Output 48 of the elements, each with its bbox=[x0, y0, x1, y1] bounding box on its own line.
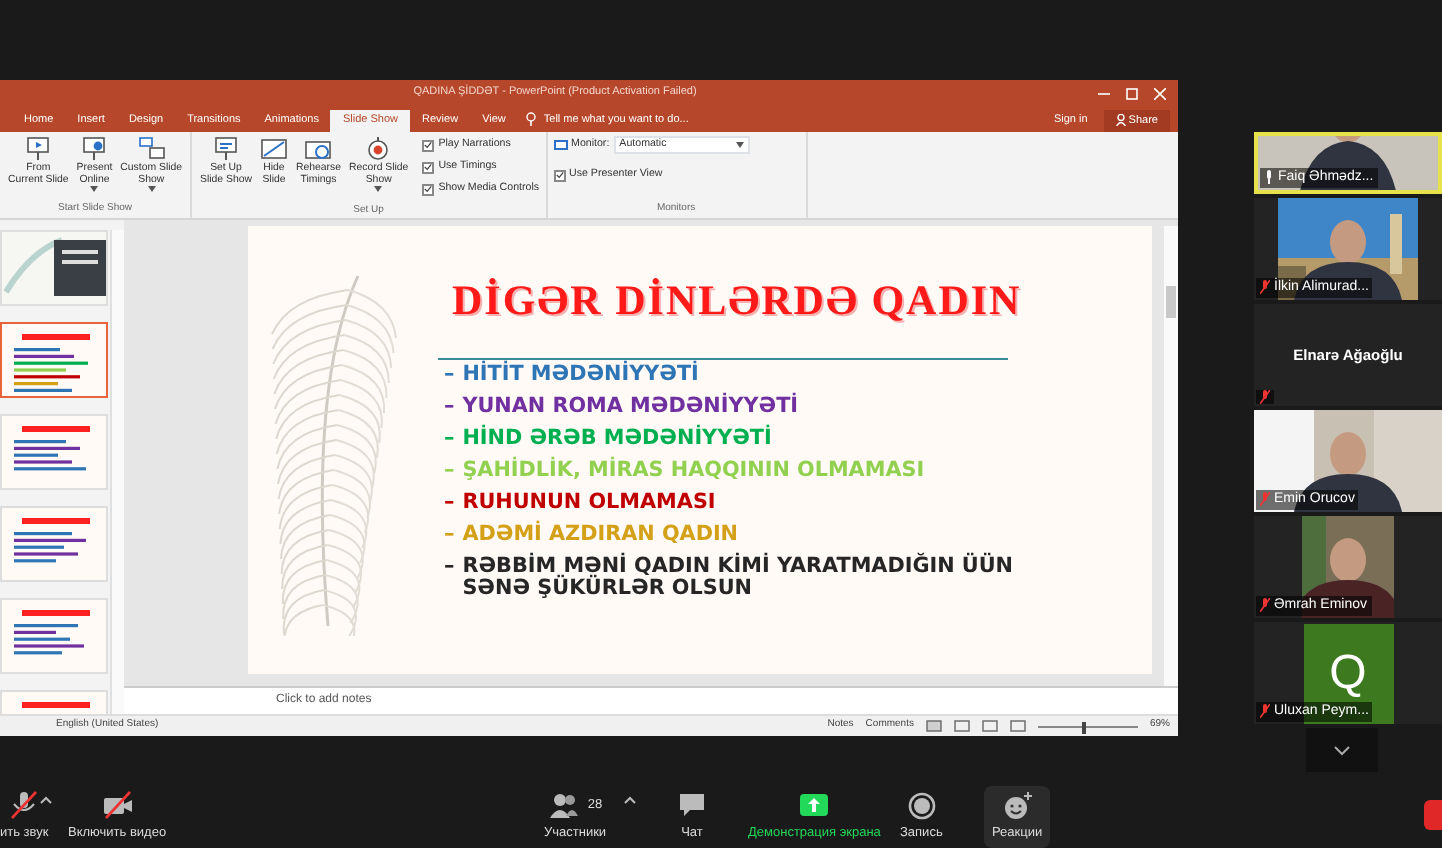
leave-button[interactable] bbox=[1424, 800, 1442, 830]
bullet-dash: – bbox=[444, 555, 455, 581]
bullet-dash: – bbox=[444, 491, 455, 514]
smiley-icon bbox=[1001, 790, 1034, 820]
minimize-icon[interactable] bbox=[1098, 87, 1110, 99]
bullet-dash: – bbox=[444, 459, 455, 482]
caret-icon bbox=[735, 142, 744, 148]
checkbox[interactable] bbox=[422, 161, 435, 174]
caret-up-icon[interactable] bbox=[40, 796, 52, 804]
bullet-dash: – bbox=[444, 363, 455, 386]
bullet-text: HİND ƏRƏB MƏDƏNİYYƏTİ bbox=[462, 427, 772, 450]
record-icon bbox=[905, 790, 938, 820]
scrollbar[interactable] bbox=[110, 230, 124, 714]
slide-sorter-icon[interactable] bbox=[953, 720, 970, 732]
scrollbar[interactable] bbox=[1164, 226, 1178, 686]
bullet-dash: – bbox=[444, 523, 455, 546]
checkbox[interactable] bbox=[422, 183, 435, 196]
bullet-text: RUHUNUN OLMAMASI bbox=[462, 491, 716, 514]
caret-up-icon[interactable] bbox=[624, 796, 636, 804]
caret-icon bbox=[147, 186, 156, 192]
zoom-slider[interactable] bbox=[1037, 720, 1138, 732]
monitor-icon bbox=[553, 139, 568, 151]
caret-icon bbox=[90, 186, 99, 192]
close-icon[interactable] bbox=[1154, 87, 1166, 99]
slideshow-icon[interactable] bbox=[1009, 720, 1026, 732]
normal-view-icon[interactable] bbox=[925, 720, 942, 732]
bullet-text: YUNAN ROMA MƏDƏNİYYƏTİ bbox=[462, 395, 799, 418]
chat-icon bbox=[676, 790, 708, 820]
checkbox[interactable] bbox=[553, 169, 566, 182]
checkbox[interactable] bbox=[422, 139, 435, 152]
people-icon bbox=[547, 790, 580, 820]
zoom-slider-thumb[interactable] bbox=[1081, 722, 1086, 734]
lightbulb-icon bbox=[525, 112, 536, 127]
reading-view-icon[interactable] bbox=[981, 720, 998, 732]
bullet-dash: – bbox=[444, 395, 455, 418]
chevron-down-icon bbox=[1334, 745, 1350, 755]
maximize-icon[interactable] bbox=[1126, 87, 1138, 99]
slide-title: DİGƏR DİNLƏRDƏ QADIN bbox=[452, 274, 1022, 328]
bullet-dash: – bbox=[444, 427, 455, 450]
bullet-text: ADƏMİ AZDIRAN QADIN bbox=[462, 523, 739, 546]
person-icon bbox=[1115, 114, 1126, 126]
bullet-text: HİTİT MƏDƏNİYYƏTİ bbox=[462, 363, 699, 386]
scrollbar-thumb[interactable] bbox=[1166, 286, 1176, 318]
share-screen-icon bbox=[798, 790, 831, 820]
slide-thumbnail[interactable] bbox=[0, 322, 108, 398]
bullet-text: ŞAHİDLİK, MİRAS HAQQININ OLMAMASI bbox=[462, 459, 925, 482]
bullet-text: RƏBBİM MƏNİ QADIN KİMİ YARATMADIĞIN ÜÜN SƏNƏ ŞÜKÜRLƏR OLSUN bbox=[462, 555, 1015, 601]
caret-icon bbox=[374, 186, 383, 192]
